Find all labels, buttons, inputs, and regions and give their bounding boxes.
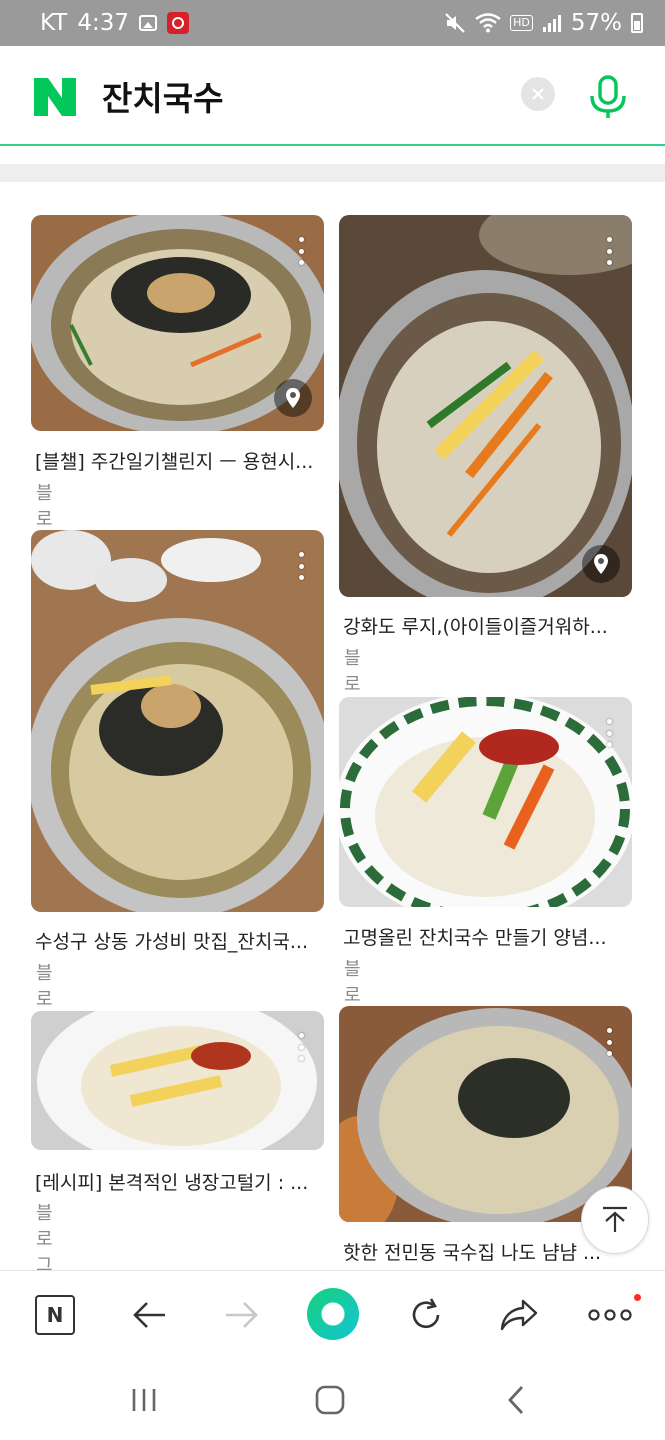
share-icon: [500, 1299, 538, 1331]
location-pin-icon[interactable]: [274, 379, 312, 417]
back-button[interactable]: [125, 1291, 173, 1339]
result-thumbnail[interactable]: [31, 215, 324, 431]
result-thumbnail[interactable]: [31, 1011, 324, 1150]
result-thumbnail[interactable]: [31, 530, 324, 912]
more-horiz-icon: [588, 1309, 632, 1321]
mic-icon: [590, 75, 626, 118]
result-title[interactable]: [레시피] 본격적인 냉장고털기 : ...: [35, 1168, 325, 1195]
wifi-icon: [475, 13, 501, 33]
recents-button[interactable]: [124, 1380, 164, 1420]
voice-search-button[interactable]: [588, 74, 628, 120]
naver-home-button[interactable]: N: [31, 1291, 79, 1339]
more-vert-icon[interactable]: [298, 1033, 304, 1061]
naver-home-icon: N: [35, 1295, 75, 1335]
result-title[interactable]: 강화도 루지,(아이들이즐거워하...: [343, 612, 633, 639]
more-vert-icon[interactable]: [298, 552, 304, 580]
battery-icon: [631, 13, 643, 33]
home-icon: [315, 1385, 345, 1415]
more-menu-button[interactable]: [586, 1291, 634, 1339]
back-icon: [508, 1386, 524, 1414]
green-dot-button[interactable]: [307, 1288, 359, 1340]
mute-icon: [444, 12, 466, 34]
clock: 4:37: [77, 10, 130, 36]
result-title[interactable]: [블챌] 주간일기챌린지 ㅡ 용현시...: [35, 447, 325, 474]
home-button[interactable]: [310, 1380, 350, 1420]
app-notification-icon: [167, 12, 190, 34]
android-nav-bar: [0, 1358, 665, 1440]
status-bar: KT 4:37 HD 57%: [0, 0, 665, 46]
hd-voice-icon: HD: [510, 15, 533, 31]
recents-icon: [132, 1389, 156, 1411]
arrow-up-icon: [603, 1206, 627, 1232]
result-title[interactable]: 수성구 상동 가성비 맛집_잔치국...: [35, 927, 325, 954]
carrier-label: KT: [40, 10, 68, 36]
clear-search-button[interactable]: [521, 77, 555, 111]
system-back-button[interactable]: [496, 1380, 536, 1420]
battery-percent: 57%: [570, 10, 622, 36]
scroll-to-top-button[interactable]: [581, 1186, 649, 1254]
browser-toolbar: N: [0, 1270, 665, 1358]
more-vert-icon[interactable]: [606, 719, 612, 747]
back-arrow-icon: [133, 1302, 165, 1328]
result-thumbnail[interactable]: [339, 697, 632, 907]
result-thumbnail[interactable]: [339, 215, 632, 597]
more-vert-icon[interactable]: [298, 237, 304, 265]
signal-icon: [542, 13, 562, 33]
search-header: 잔치국수: [0, 46, 665, 146]
result-title[interactable]: 고명올린 잔치국수 만들기 양념...: [343, 923, 633, 950]
result-thumbnail[interactable]: [339, 1006, 632, 1222]
notification-dot: [634, 1294, 641, 1301]
refresh-button[interactable]: [402, 1291, 450, 1339]
clear-icon: [532, 88, 544, 100]
more-vert-icon[interactable]: [606, 1028, 612, 1056]
section-divider: [0, 164, 665, 182]
search-query[interactable]: 잔치국수: [102, 72, 223, 120]
naver-logo[interactable]: [34, 78, 76, 116]
gallery-notification-icon: [139, 15, 158, 31]
result-source: 블로그: [36, 1203, 53, 1276]
forward-button[interactable]: [218, 1291, 266, 1339]
more-vert-icon[interactable]: [606, 237, 612, 265]
location-pin-icon[interactable]: [582, 545, 620, 583]
refresh-icon: [412, 1298, 440, 1329]
forward-arrow-icon: [226, 1302, 258, 1328]
share-button[interactable]: [495, 1291, 543, 1339]
